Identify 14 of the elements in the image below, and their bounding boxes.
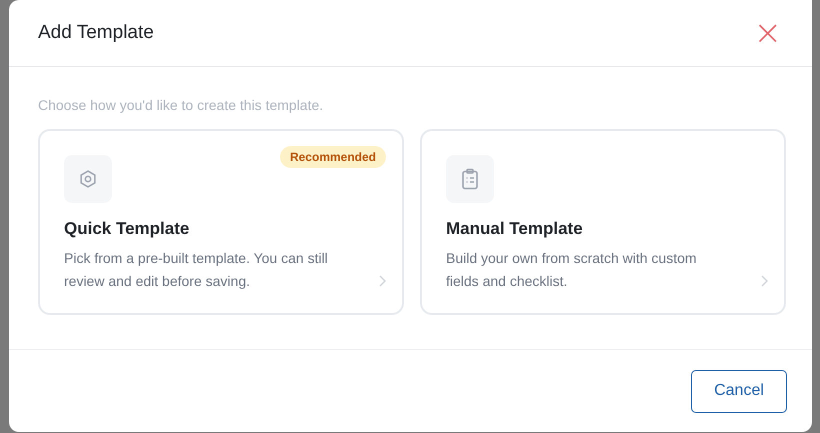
dialog-title: Add Template — [38, 22, 154, 44]
option-title: Manual Template — [446, 219, 584, 239]
clipboard-icon — [460, 168, 480, 190]
cancel-button[interactable]: Cancel — [691, 370, 787, 412]
chevron-icon — [379, 275, 386, 287]
option-title: Quick Template — [64, 219, 190, 239]
chevron-icon — [761, 275, 768, 287]
instruction-text: Choose how you'd like to create this template. — [38, 97, 324, 113]
option-card[interactable]: Recommended Quick Template Pick from a pre-built template. You can still review and edit before saving. — [38, 129, 404, 315]
option-description: Build your own from scratch with custom fields and checklist. — [446, 249, 698, 291]
hexagon-icon — [78, 169, 98, 189]
option-card[interactable]: Manual Template Build your own from scratch with custom fields and checklist. — [420, 129, 786, 315]
recommended-badge: Recommended — [280, 146, 386, 168]
option-description: Pick from a pre-built template. You can still review and edit before saving. — [64, 249, 329, 291]
